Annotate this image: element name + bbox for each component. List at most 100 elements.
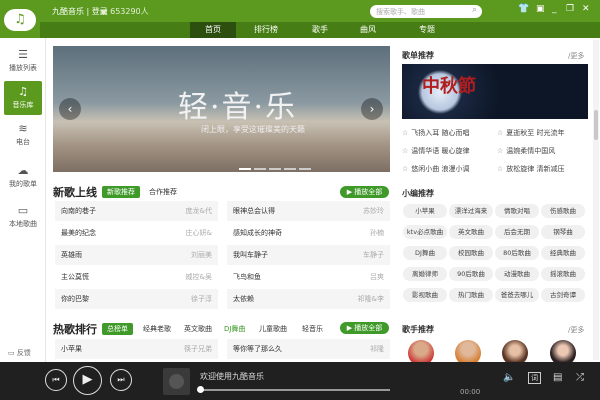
star-icon: ☆ — [402, 129, 409, 137]
song-artist[interactable]: 祁隆 — [370, 339, 384, 359]
song-row[interactable]: 感知成长的神奇 孙楠 — [227, 223, 390, 243]
tag-chip[interactable]: 漂洋过海来 — [449, 204, 493, 218]
tag-chip[interactable]: 英文歌曲 — [449, 225, 493, 239]
mini-mode-icon[interactable]: ▣ — [536, 4, 545, 14]
playlist-item[interactable]: ☆ 放松旋律 清新减压 — [497, 164, 565, 174]
song-row[interactable]: 我叫车静子 车静子 — [227, 245, 390, 265]
song-artist[interactable]: 孙楠 — [370, 223, 384, 243]
next-button[interactable]: ⏭ — [110, 369, 132, 391]
song-row[interactable]: 飞鸟和鱼 吕爽 — [227, 267, 390, 287]
sidebar-item-my-playlists[interactable]: ☁ 我的歌单 — [4, 160, 42, 194]
tab-hot-0[interactable]: 总榜单 — [102, 323, 133, 335]
banner-next-button[interactable]: › — [361, 98, 383, 120]
close-icon[interactable]: ✕ — [582, 4, 590, 14]
tag-chip[interactable]: ktv必点歌曲 — [403, 225, 447, 239]
singers-more-link[interactable]: /更多 — [568, 325, 584, 335]
play-button[interactable]: ▶ — [73, 366, 102, 395]
scrollbar[interactable] — [593, 40, 599, 360]
tab-charts[interactable]: 排行榜 — [243, 22, 289, 38]
playlist-item[interactable]: ☆ 夏逝秋至 时光流年 — [497, 128, 565, 138]
playlist-feature-image[interactable]: 中秋節 — [402, 64, 588, 119]
playlist-item[interactable]: ☆ 飞扬入耳 随心而唱 — [402, 128, 470, 138]
tab-partner-recommend[interactable]: 合作推荐 — [144, 186, 182, 198]
search-input[interactable]: 搜索歌手、歌曲 ⌕ — [370, 5, 482, 18]
play-all-hot-button[interactable]: ▶ 播放全部 — [340, 322, 389, 334]
tag-chip[interactable]: 热门歌曲 — [449, 288, 493, 302]
tag-chip[interactable]: 情歌对唱 — [495, 204, 539, 218]
tag-chip[interactable]: 动漫歌曲 — [495, 267, 539, 281]
song-title: 等你等了那么久 — [233, 345, 282, 353]
tag-chip[interactable]: 影视歌曲 — [403, 288, 447, 302]
song-row[interactable]: 小苹果 筷子兄弟 — [55, 339, 218, 359]
tag-chip[interactable]: 80后歌曲 — [495, 246, 539, 260]
tag-chip[interactable]: 爸爸去哪儿 — [495, 288, 539, 302]
tag-chip[interactable]: 钢琴曲 — [541, 225, 585, 239]
feedback-link[interactable]: ▭ 反馈 — [8, 348, 31, 358]
tab-hot-4[interactable]: 儿童歌曲 — [254, 323, 292, 335]
tab-topics[interactable]: 专题 — [404, 22, 450, 38]
playlists-more-link[interactable]: /更多 — [568, 51, 584, 61]
song-artist[interactable]: 庄心妍& — [186, 223, 212, 243]
search-icon[interactable]: ⌕ — [472, 5, 477, 15]
volume-icon[interactable]: 🔈 — [503, 372, 515, 383]
song-artist[interactable]: 苏妙玲 — [363, 201, 384, 221]
tag-chip[interactable]: 摇滚歌曲 — [541, 267, 585, 281]
tag-chip[interactable]: 校园歌曲 — [449, 246, 493, 260]
song-artist[interactable]: 刘丽美 — [191, 245, 212, 265]
song-row[interactable]: 太依赖 祁隆&李 — [227, 289, 390, 309]
scrollbar-thumb[interactable] — [594, 110, 598, 140]
now-playing-title: 欢迎使用九酷音乐 — [200, 372, 264, 381]
song-row[interactable]: 主公莫慌 威控&吴 — [55, 267, 218, 287]
restore-icon[interactable]: ❐ — [566, 4, 574, 14]
song-artist[interactable]: 徐子淳 — [191, 289, 212, 309]
tab-new-recommend[interactable]: 新歌推荐 — [102, 186, 140, 198]
playlist-item[interactable]: ☆ 悠闲小曲 浪漫小调 — [402, 164, 470, 174]
tag-chip[interactable]: 小苹果 — [403, 204, 447, 218]
tag-chip[interactable]: 经典歌曲 — [541, 246, 585, 260]
banner-prev-button[interactable]: ‹ — [59, 98, 81, 120]
playlist-item[interactable]: ☆ 温情华语 暖心旋律 — [402, 146, 470, 156]
song-row[interactable]: 眼神总会认得 苏妙玲 — [227, 201, 390, 221]
lyrics-button[interactable]: 词 — [528, 372, 541, 384]
sidebar-item-local[interactable]: ▭ 本地歌曲 — [4, 200, 42, 234]
song-title: 最美的纪念 — [61, 229, 96, 237]
sidebar-item-playlist[interactable]: ☰ 播放列表 — [4, 44, 42, 78]
banner-indicators[interactable] — [239, 163, 314, 172]
playlist-item[interactable]: ☆ 温婉柔情中国风 — [497, 146, 555, 156]
minimize-icon[interactable]: _ — [552, 4, 557, 14]
progress-bar[interactable] — [200, 389, 390, 391]
tab-home[interactable]: 首页 — [190, 22, 236, 38]
progress-knob[interactable] — [197, 386, 204, 393]
tab-singers[interactable]: 歌手 — [297, 22, 343, 38]
previous-button[interactable]: ⏮ — [45, 369, 67, 391]
skin-icon[interactable]: 👕 — [518, 4, 529, 14]
shuffle-icon[interactable]: ⤮ — [576, 372, 584, 383]
song-artist[interactable]: 筷子兄弟 — [184, 339, 212, 359]
tag-chip[interactable]: 90后歌曲 — [449, 267, 493, 281]
tag-chip[interactable]: 伤感歌曲 — [541, 204, 585, 218]
song-row[interactable]: 英雄雨 刘丽美 — [55, 245, 218, 265]
song-artist[interactable]: 吕爽 — [370, 267, 384, 287]
song-artist[interactable]: 车静子 — [363, 245, 384, 265]
tab-hot-1[interactable]: 经典老歌 — [138, 323, 176, 335]
song-artist[interactable]: 威控&吴 — [186, 267, 212, 287]
banner-carousel[interactable]: 轻·音·乐 闭上眼，享受这璀璨美的天籁 ‹ › — [53, 46, 390, 172]
sidebar-item-library[interactable]: ♫ 音乐库 — [4, 81, 42, 115]
playlist-icon[interactable]: ▤ — [553, 372, 562, 383]
tag-chip[interactable]: 古剑奇谭 — [541, 288, 585, 302]
song-row[interactable]: 向南的巷子 庞龙&代 — [55, 201, 218, 221]
song-row[interactable]: 最美的纪念 庄心妍& — [55, 223, 218, 243]
tag-chip[interactable]: 后会无期 — [495, 225, 539, 239]
tab-genres[interactable]: 曲风 — [345, 22, 391, 38]
tab-hot-2[interactable]: 英文歌曲 — [179, 323, 217, 335]
song-row[interactable]: 你的巴黎 徐子淳 — [55, 289, 218, 309]
song-artist[interactable]: 祁隆&李 — [358, 289, 384, 309]
tag-chip[interactable]: DJ舞曲 — [403, 246, 447, 260]
song-artist[interactable]: 庞龙&代 — [186, 201, 212, 221]
tab-hot-3[interactable]: DJ舞曲 — [219, 323, 250, 335]
tab-hot-5[interactable]: 轻音乐 — [297, 323, 328, 335]
play-all-new-button[interactable]: ▶ 播放全部 — [340, 186, 389, 198]
song-row[interactable]: 等你等了那么久 祁隆 — [227, 339, 390, 359]
sidebar-item-radio[interactable]: ≋ 电台 — [4, 118, 42, 152]
tag-chip[interactable]: 离婚律师 — [403, 267, 447, 281]
